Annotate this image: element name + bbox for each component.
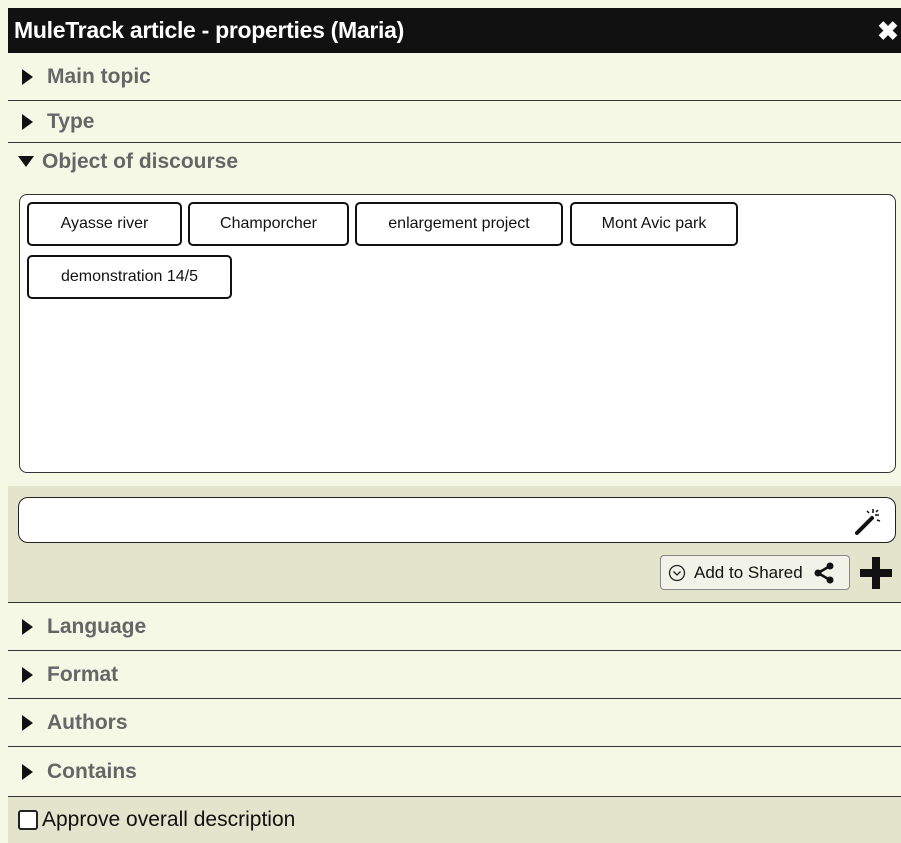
expand-arrow-icon — [22, 714, 33, 731]
window-title: MuleTrack article - properties (Maria) — [14, 17, 404, 43]
collapse-arrow-icon — [18, 156, 34, 167]
panel-label-main-topic: Main topic — [47, 64, 151, 88]
plus-icon[interactable] — [858, 555, 894, 591]
object-of-discourse-body: Ayasse river Champorcher enlargement pro… — [8, 180, 901, 486]
expand-arrow-icon — [22, 618, 33, 635]
expand-arrow-icon — [22, 666, 33, 683]
panel-label-object-of-discourse: Object of discourse — [42, 149, 239, 173]
tag-input-zone: Add to Shared — [8, 486, 901, 603]
panel-label-format: Format — [47, 662, 119, 686]
tag-input[interactable] — [29, 506, 833, 536]
chevron-circle-icon — [668, 564, 686, 581]
approve-checkbox[interactable] — [18, 810, 38, 830]
panel-contains[interactable]: Contains — [8, 747, 901, 797]
add-to-shared-button[interactable]: Add to Shared — [660, 555, 850, 590]
expand-arrow-icon — [22, 68, 33, 85]
tag-mont-avic-park[interactable]: Mont Avic park — [570, 202, 738, 246]
panel-main-topic[interactable]: Main topic — [8, 53, 901, 101]
panel-language[interactable]: Language — [8, 603, 901, 651]
panel-label-type: Type — [47, 109, 95, 133]
tag-champorcher[interactable]: Champorcher — [188, 202, 349, 246]
panel-type[interactable]: Type — [8, 101, 901, 143]
add-to-shared-label: Add to Shared — [694, 562, 803, 582]
panel-label-language: Language — [47, 614, 147, 638]
share-icon — [814, 562, 834, 583]
approve-label[interactable]: Approve overall description — [42, 808, 295, 832]
panel-format[interactable]: Format — [8, 651, 901, 699]
tag-input-box — [18, 497, 896, 543]
panel-label-authors: Authors — [47, 710, 128, 734]
expand-arrow-icon — [22, 113, 33, 130]
tag-enlargement-project[interactable]: enlargement project — [355, 202, 563, 246]
close-icon[interactable]: ✖ — [875, 16, 901, 46]
tag-container: Ayasse river Champorcher enlargement pro… — [19, 194, 896, 473]
title-bar: MuleTrack article - properties (Maria) ✖ — [8, 8, 901, 53]
panel-authors[interactable]: Authors — [8, 699, 901, 747]
magic-wand-icon[interactable] — [853, 506, 883, 536]
tag-demonstration[interactable]: demonstration 14/5 — [27, 255, 232, 299]
footer: Approve overall description — [8, 797, 901, 843]
tag-ayasse-river[interactable]: Ayasse river — [27, 202, 182, 246]
expand-arrow-icon — [22, 763, 33, 780]
panel-object-of-discourse[interactable]: Object of discourse — [8, 143, 901, 180]
panel-label-contains: Contains — [47, 759, 137, 783]
